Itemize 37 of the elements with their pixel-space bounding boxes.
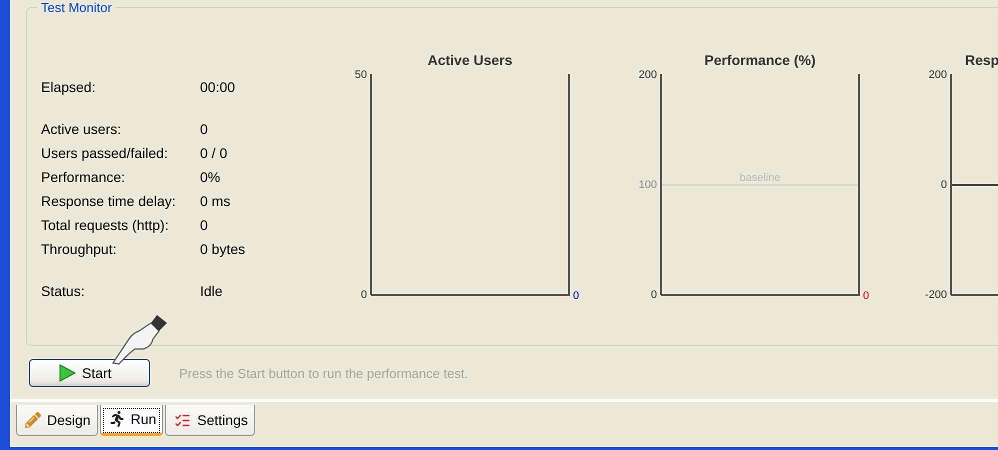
stat-label: Throughput: (41, 241, 118, 257)
pencil-icon (25, 412, 41, 428)
hint-text: Press the Start button to run the performance test. (179, 366, 468, 380)
stat-label: Performance: (41, 169, 126, 185)
runner-icon (108, 411, 125, 427)
stat-value: 0 (200, 217, 208, 233)
stat-label: Total requests (http): (41, 217, 170, 233)
stat-label: Response time delay: (41, 193, 177, 209)
axis-tick-label: 0 (940, 179, 947, 191)
axis-tick-label: 0 (650, 289, 657, 301)
stat-value: 0% (200, 169, 220, 185)
stat-value: 0 (200, 121, 208, 137)
axis-tick-label: -200 (924, 289, 947, 301)
tab[interactable]: Settings (165, 405, 255, 436)
tab[interactable]: Run (100, 405, 164, 436)
stat-label: Users passed/failed: (41, 145, 169, 161)
stat-label: Elapsed: (41, 79, 96, 95)
axis-tick-label: 0 (360, 289, 367, 301)
axis-tick-label: 200 (638, 69, 657, 81)
current-value: 0 (863, 290, 870, 302)
play-icon (58, 364, 76, 382)
panel-title: Test Monitor (40, 0, 113, 15)
stat-label: Active users: (41, 121, 122, 137)
stat-value: Idle (200, 283, 223, 299)
chart-title: Active Users (428, 52, 512, 70)
current-value: 0 (573, 290, 580, 302)
axis-tick-label: 200 (928, 69, 947, 81)
start-button[interactable]: Start (29, 359, 150, 387)
axis-tick-label: 50 (354, 69, 367, 81)
chart-title: Performance (%) (704, 52, 816, 70)
stat-label: Status: (41, 283, 86, 299)
stat-value: 0 ms (200, 193, 230, 209)
tab[interactable]: Design (16, 405, 98, 436)
stat-value: 0 bytes (200, 241, 246, 257)
axis-tick-label: 100 (638, 179, 657, 191)
stat-value: 0 / 0 (200, 145, 228, 161)
stat-value: 00:00 (200, 79, 236, 95)
